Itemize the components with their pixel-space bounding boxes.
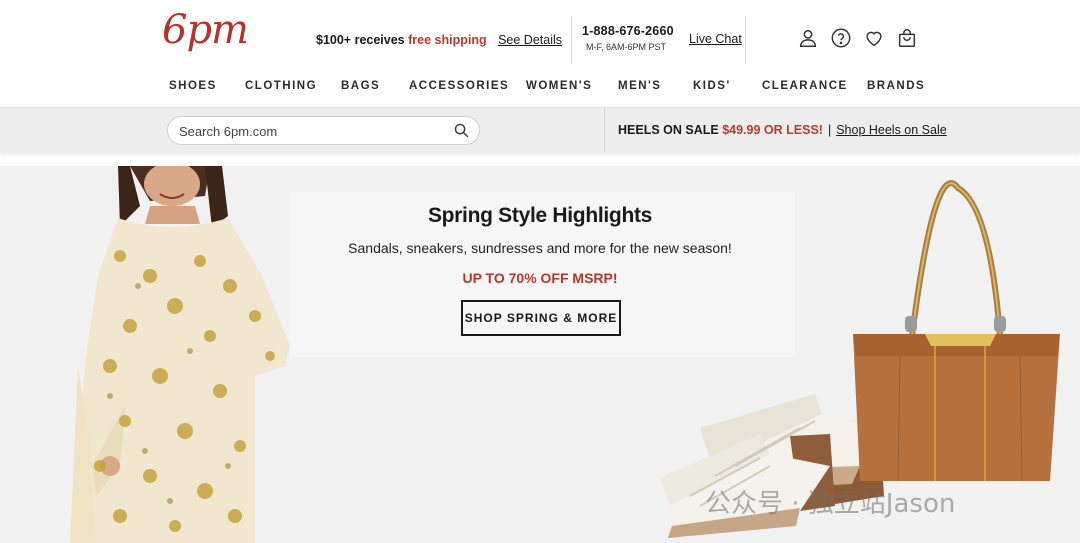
favorites-icon[interactable] <box>863 27 885 49</box>
help-icon[interactable] <box>830 27 852 49</box>
promo-highlight: free shipping <box>408 33 487 47</box>
hero-title: Spring Style Highlights <box>427 204 653 227</box>
search-icon[interactable] <box>453 122 470 139</box>
shipping-promo: $100+ receives free shipping See Details <box>316 33 562 47</box>
promo-separator: | <box>827 123 832 137</box>
strip-divider <box>604 108 605 153</box>
nav-item-kids[interactable]: KIDS' <box>693 80 731 92</box>
phone-number: 1-888-676-2660 <box>582 24 674 38</box>
nav-item-womens[interactable]: WOMEN'S <box>526 80 592 92</box>
see-details-link[interactable]: See Details <box>498 33 562 47</box>
site-header: 6pm $100+ receives free shipping See Det… <box>0 0 1080 76</box>
nav-item-mens[interactable]: MEN'S <box>618 80 661 92</box>
promo-lead: $100+ receives <box>316 33 405 47</box>
heels-sale-promo: HEELS ON SALE $49.99 OR LESS! | Shop Heels… <box>618 123 947 137</box>
main-nav: SHOES CLOTHING BAGS ACCESSORIES WOMEN'S … <box>0 80 1080 98</box>
hero-subtitle: Sandals, sneakers, sundresses and more f… <box>348 240 732 256</box>
nav-item-brands[interactable]: BRANDS <box>867 80 925 92</box>
site-logo[interactable]: 6pm <box>162 10 249 50</box>
header-divider <box>745 16 746 64</box>
nav-item-bags[interactable]: BAGS <box>341 80 380 92</box>
nav-item-clothing[interactable]: CLOTHING <box>245 80 317 92</box>
shop-spring-button[interactable]: SHOP SPRING & MORE <box>461 300 621 336</box>
support-hours: M-F, 6AM-6PM PST <box>586 42 667 52</box>
search-box <box>167 116 480 145</box>
nav-item-accessories[interactable]: ACCESSORIES <box>409 80 509 92</box>
live-chat-link[interactable]: Live Chat <box>689 32 742 46</box>
heels-sale-price: $49.99 OR LESS! <box>722 123 823 137</box>
bag-icon[interactable] <box>896 27 918 49</box>
header-divider <box>571 16 572 64</box>
heels-sale-lead: HEELS ON SALE <box>618 123 719 137</box>
nav-item-clearance[interactable]: CLEARANCE <box>762 80 848 92</box>
account-icon[interactable] <box>797 27 819 49</box>
nav-item-shoes[interactable]: SHOES <box>169 80 217 92</box>
watermark-text: 公众号 · 独立站Jason <box>705 489 956 519</box>
header-icons <box>797 27 918 49</box>
search-input[interactable] <box>179 121 439 141</box>
hero-banner[interactable]: Spring Style Highlights Sandals, sneaker… <box>0 166 1080 543</box>
hero-offer: UP TO 70% OFF MSRP! <box>462 270 618 286</box>
search-strip: HEELS ON SALE $49.99 OR LESS! | Shop Heels… <box>0 107 1080 153</box>
shop-heels-link[interactable]: Shop Heels on Sale <box>836 123 947 137</box>
